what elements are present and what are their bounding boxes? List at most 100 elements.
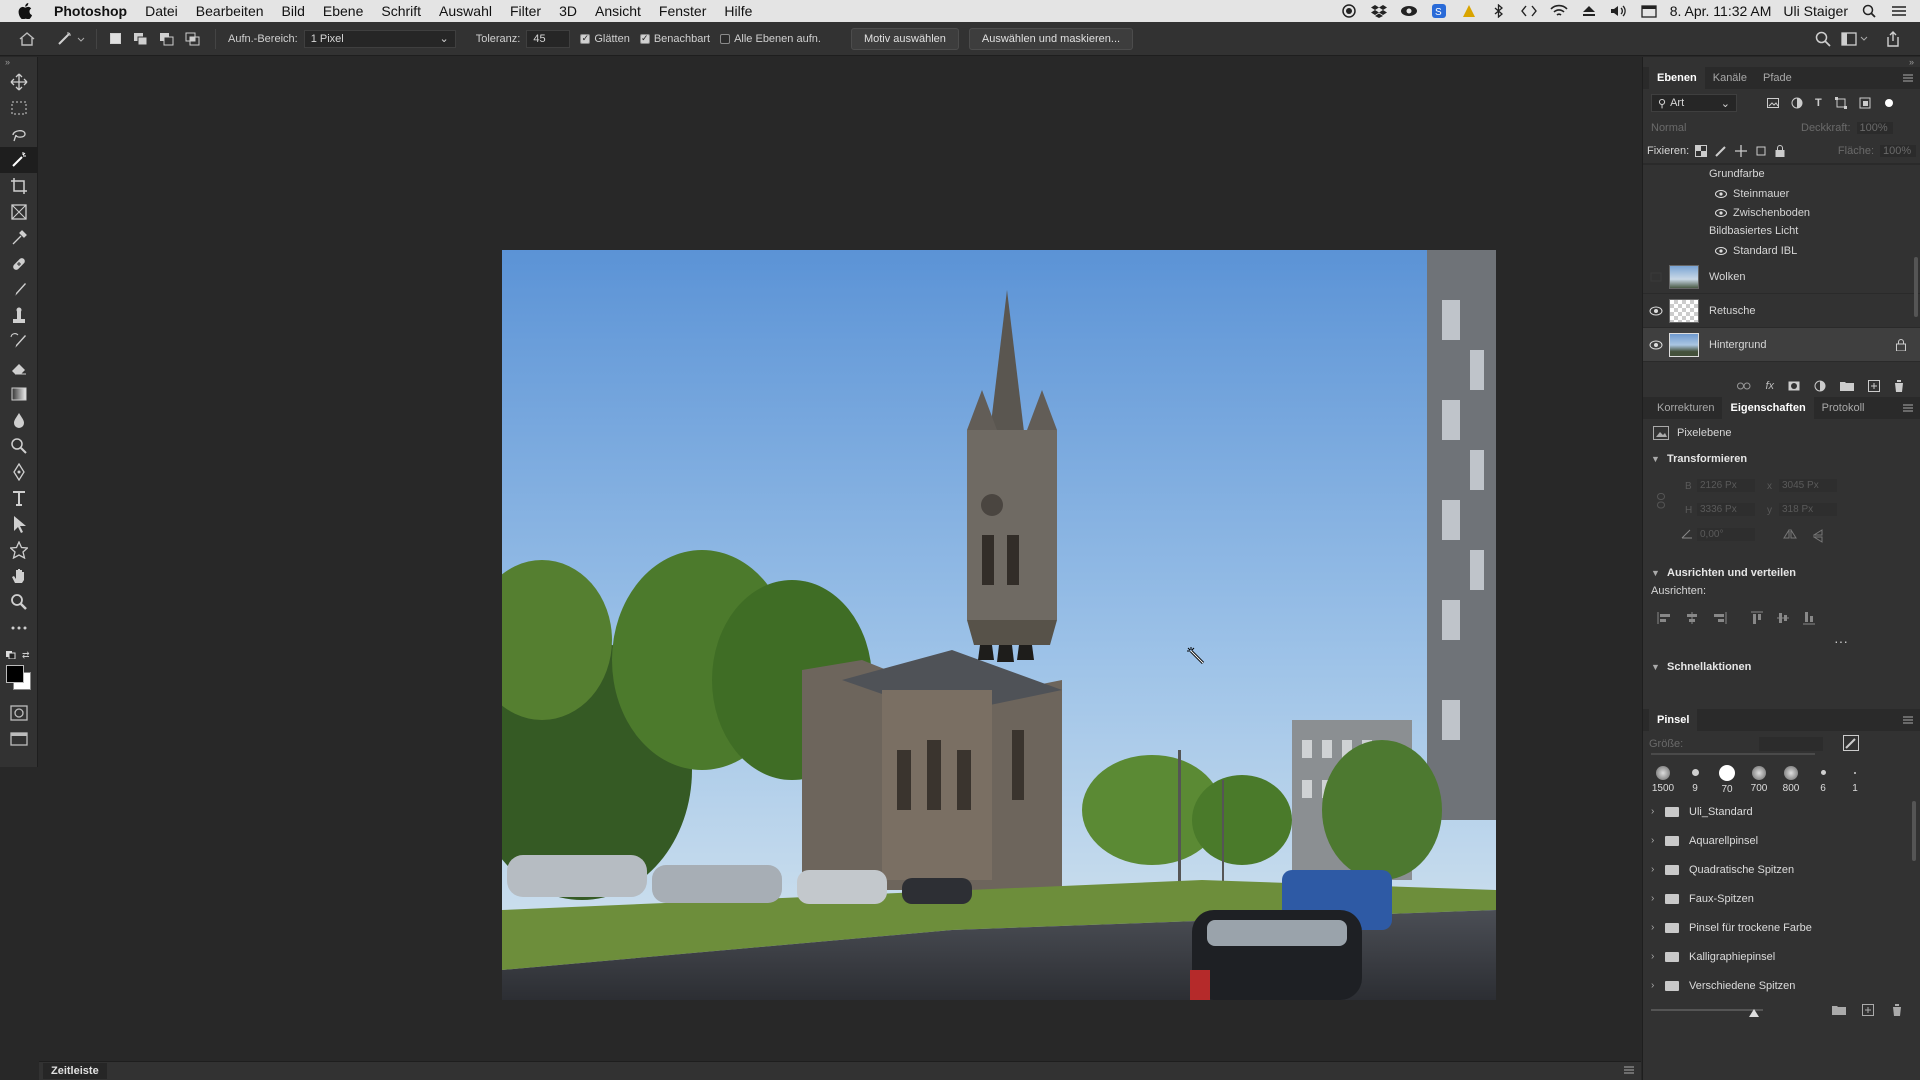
effect-standard-ibl-row[interactable]: Standard IBL bbox=[1643, 241, 1920, 260]
menubar-clock[interactable]: 8. Apr. 11:32 AM bbox=[1670, 3, 1772, 19]
panel-menu-icon[interactable] bbox=[1623, 1065, 1635, 1075]
tab-kanaele[interactable]: Kanäle bbox=[1705, 67, 1755, 89]
new-brush-icon[interactable] bbox=[1862, 1004, 1874, 1016]
volume-icon[interactable] bbox=[1610, 4, 1628, 18]
magic-wand-tool[interactable] bbox=[0, 147, 38, 173]
blur-tool[interactable] bbox=[0, 407, 38, 433]
type-tool[interactable] bbox=[0, 485, 38, 511]
transform-section-header[interactable]: ▼ Transformieren bbox=[1643, 447, 1920, 471]
collapse-panel-icon[interactable]: » bbox=[0, 57, 37, 69]
menu-filter[interactable]: Filter bbox=[510, 0, 541, 22]
creative-cloud-icon[interactable] bbox=[1400, 4, 1418, 18]
intersect-selection-button[interactable] bbox=[183, 29, 203, 49]
fill-value[interactable]: 100% bbox=[1880, 145, 1916, 157]
eyedropper-tool[interactable] bbox=[0, 225, 38, 251]
timeline-tab[interactable]: Zeitleiste bbox=[43, 1063, 107, 1079]
menu-auswahl[interactable]: Auswahl bbox=[439, 0, 492, 22]
history-brush-tool[interactable] bbox=[0, 329, 38, 355]
quick-mask-button[interactable] bbox=[0, 701, 38, 727]
dodge-tool[interactable] bbox=[0, 433, 38, 459]
add-mask-icon[interactable] bbox=[1788, 381, 1800, 391]
clone-stamp-tool[interactable] bbox=[0, 303, 38, 329]
width-field[interactable]: 2126 Px bbox=[1697, 479, 1755, 492]
marquee-tool[interactable] bbox=[0, 95, 38, 121]
expand-panels-icon[interactable]: » bbox=[1643, 57, 1920, 67]
tab-pinsel[interactable]: Pinsel bbox=[1649, 709, 1698, 731]
swap-colors-icon[interactable]: ⇄ bbox=[22, 650, 32, 660]
spotlight-search-icon[interactable] bbox=[1860, 4, 1878, 18]
home-icon[interactable] bbox=[16, 28, 38, 50]
menu-bearbeiten[interactable]: Bearbeiten bbox=[196, 0, 264, 22]
link-dimensions-icon[interactable] bbox=[1657, 493, 1665, 509]
filter-smart-object-icon[interactable] bbox=[1859, 97, 1873, 109]
eraser-tool[interactable] bbox=[0, 355, 38, 381]
eye-icon[interactable] bbox=[1715, 246, 1727, 255]
effect-ibl[interactable]: Bildbasiertes Licht bbox=[1643, 222, 1920, 241]
lock-image-pixels-icon[interactable] bbox=[1715, 145, 1727, 157]
eject-icon[interactable] bbox=[1580, 4, 1598, 18]
brush-tool[interactable] bbox=[0, 277, 38, 303]
calendar-icon[interactable] bbox=[1640, 4, 1658, 18]
visibility-toggle-off[interactable] bbox=[1643, 272, 1669, 282]
brush-folder[interactable]: › Kalligraphiepinsel bbox=[1643, 942, 1920, 971]
apple-menu-icon[interactable] bbox=[18, 3, 40, 19]
align-bottom-icon[interactable] bbox=[1803, 611, 1815, 625]
align-center-horizontal-icon[interactable] bbox=[1685, 612, 1699, 624]
filter-pixel-icon[interactable] bbox=[1767, 98, 1781, 108]
more-options-icon[interactable]: ··· bbox=[1643, 633, 1920, 655]
add-selection-button[interactable] bbox=[131, 29, 151, 49]
image-canvas[interactable] bbox=[502, 250, 1496, 1000]
brush-folder[interactable]: › Faux-Spitzen bbox=[1643, 884, 1920, 913]
filter-type-icon[interactable]: T bbox=[1815, 97, 1829, 109]
menu-ebene[interactable]: Ebene bbox=[323, 0, 363, 22]
panel-menu-icon[interactable] bbox=[1902, 403, 1914, 413]
tab-protokoll[interactable]: Protokoll bbox=[1814, 397, 1873, 419]
more-tools[interactable] bbox=[0, 615, 38, 641]
default-colors-icon[interactable] bbox=[6, 651, 16, 659]
flip-vertical-icon[interactable] bbox=[1813, 529, 1823, 543]
menubar-user[interactable]: Uli Staiger bbox=[1783, 3, 1848, 19]
align-center-vertical-icon[interactable] bbox=[1777, 611, 1789, 625]
document-workspace[interactable] bbox=[39, 57, 1641, 1061]
healing-brush-tool[interactable] bbox=[0, 251, 38, 277]
menu-bild[interactable]: Bild bbox=[282, 0, 305, 22]
antialias-checkbox[interactable]: ✓ Glätten bbox=[580, 33, 630, 45]
layer-style-icon[interactable]: fx bbox=[1765, 380, 1774, 392]
eye-icon[interactable] bbox=[1715, 208, 1727, 217]
slider-triangle-icon[interactable] bbox=[1749, 1009, 1759, 1017]
opacity-value[interactable]: 100% bbox=[1856, 122, 1893, 134]
brush-settings-icon[interactable] bbox=[1843, 735, 1859, 751]
crop-tool[interactable] bbox=[0, 173, 38, 199]
menu-fenster[interactable]: Fenster bbox=[659, 0, 706, 22]
tab-pfade[interactable]: Pfade bbox=[1755, 67, 1800, 89]
hand-tool[interactable] bbox=[0, 563, 38, 589]
tab-eigenschaften[interactable]: Eigenschaften bbox=[1722, 397, 1814, 419]
effect-steinmauer-row[interactable]: Steinmauer bbox=[1643, 184, 1920, 203]
brush-preset[interactable]: 1500 bbox=[1647, 766, 1679, 794]
eye-icon[interactable] bbox=[1643, 340, 1669, 350]
align-top-icon[interactable] bbox=[1751, 611, 1763, 625]
share-icon[interactable] bbox=[1882, 28, 1904, 50]
brush-preset[interactable]: 700 bbox=[1743, 766, 1775, 794]
menu-app-name[interactable]: Photoshop bbox=[54, 0, 127, 22]
layer-row-hintergrund[interactable]: Hintergrund bbox=[1643, 328, 1920, 362]
frame-tool[interactable] bbox=[0, 199, 38, 225]
notification-center-icon[interactable] bbox=[1890, 4, 1908, 18]
brush-folder[interactable]: › Uli_Standard bbox=[1643, 797, 1920, 826]
angle-field[interactable]: 0,00° bbox=[1697, 528, 1755, 541]
menu-3d[interactable]: 3D bbox=[559, 0, 577, 22]
eye-icon[interactable] bbox=[1643, 306, 1669, 316]
new-layer-icon[interactable] bbox=[1868, 380, 1880, 392]
brush-preset[interactable]: 800 bbox=[1775, 766, 1807, 794]
new-folder-icon[interactable] bbox=[1832, 1005, 1846, 1015]
menu-ansicht[interactable]: Ansicht bbox=[595, 0, 641, 22]
effect-grundfarbe[interactable]: Grundfarbe bbox=[1643, 165, 1920, 184]
gradient-tool[interactable] bbox=[0, 381, 38, 407]
tab-ebenen[interactable]: Ebenen bbox=[1649, 67, 1705, 89]
brush-preview-slider[interactable] bbox=[1651, 1009, 1763, 1011]
tolerance-input[interactable]: 45 bbox=[526, 29, 571, 48]
tool-preset-picker[interactable] bbox=[54, 28, 88, 50]
subtract-selection-button[interactable] bbox=[157, 29, 177, 49]
panel-menu-icon[interactable] bbox=[1902, 715, 1914, 725]
brush-preset[interactable]: 6 bbox=[1807, 766, 1839, 794]
